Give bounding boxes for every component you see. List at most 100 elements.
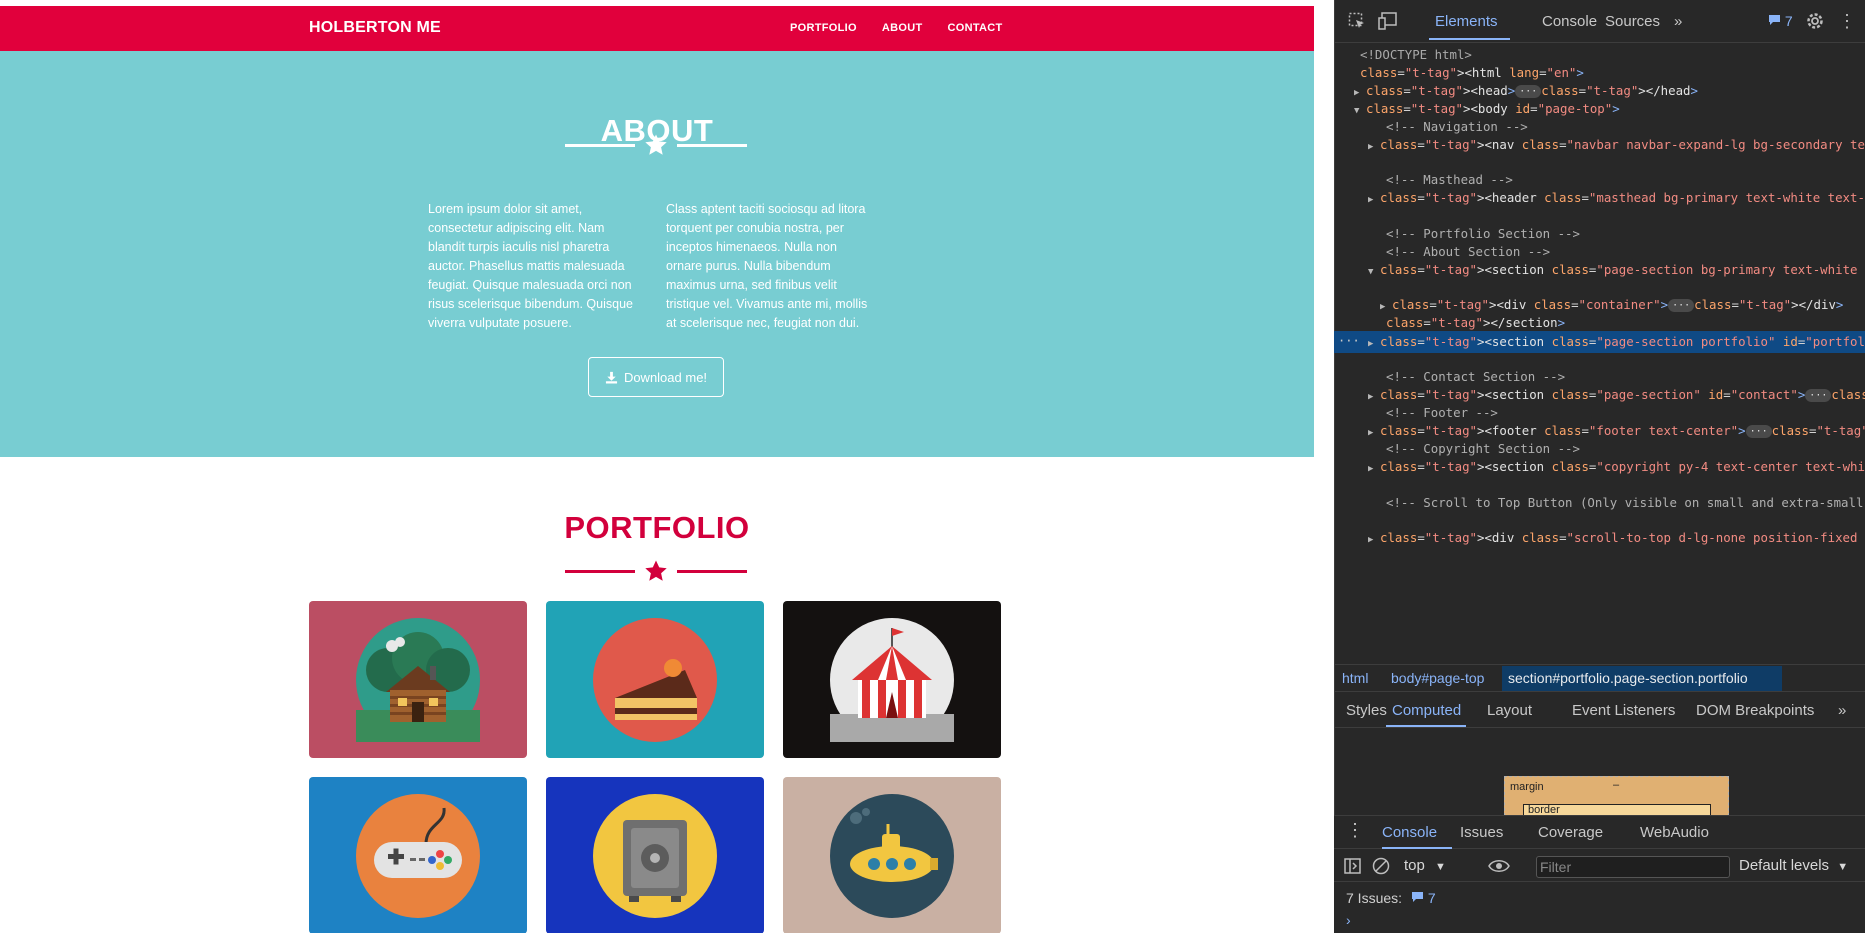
game-controller-icon xyxy=(356,794,480,918)
tab-event-listeners[interactable]: Event Listeners xyxy=(1572,702,1675,719)
expand-triangle-icon: ▶ xyxy=(1368,339,1374,349)
expand-triangle-icon: ▶ xyxy=(1368,464,1374,474)
website-viewport: HOLBERTON ME PORTFOLIO ABOUT CONTACT ABO… xyxy=(0,0,1314,933)
divider-line xyxy=(677,570,747,573)
dom-node[interactable]: ▶ class="t-tag"><header class="masthead b… xyxy=(1334,187,1865,209)
tab-computed[interactable]: Computed xyxy=(1392,702,1461,719)
devtools-panel: Elements Console Sources » 7 ⋮ <!DOCTYPE… xyxy=(1334,0,1865,933)
console-filter-input[interactable]: Filter xyxy=(1536,856,1730,878)
portfolio-item[interactable] xyxy=(783,777,1001,933)
log-levels-value: Default levels xyxy=(1739,857,1830,874)
divider-line xyxy=(677,144,747,147)
drawer-tab-issues[interactable]: Issues xyxy=(1460,824,1503,841)
portfolio-item[interactable] xyxy=(309,601,527,758)
nav-link-about[interactable]: ABOUT xyxy=(882,22,923,34)
download-button[interactable]: Download me! xyxy=(588,357,724,397)
breadcrumb-html[interactable]: html xyxy=(1342,670,1368,686)
dom-comment-node[interactable]: <!-- Scroll to Top Button (Only visible … xyxy=(1334,492,1865,514)
dom-node[interactable]: ▶ class="t-tag"><nav class="navbar navbar… xyxy=(1334,134,1865,156)
submarine-icon xyxy=(830,794,954,918)
portfolio-title: PORTFOLIO xyxy=(564,510,750,545)
issues-badge[interactable]: 7 xyxy=(1768,13,1793,29)
drawer-menu-icon[interactable]: ⋮ xyxy=(1346,820,1364,841)
box-model-margin-value: – xyxy=(1613,779,1620,791)
drawer-active-indicator xyxy=(1382,847,1452,849)
star-icon xyxy=(645,560,667,581)
star-icon xyxy=(645,134,667,155)
portfolio-divider xyxy=(565,559,747,583)
portfolio-item[interactable] xyxy=(309,777,527,933)
portfolio-item[interactable] xyxy=(546,777,764,933)
tab-elements[interactable]: Elements xyxy=(1435,13,1498,30)
drawer-tabs: ⋮ Console Issues Coverage WebAudio xyxy=(1334,816,1865,849)
tab-layout[interactable]: Layout xyxy=(1487,702,1532,719)
devtools-toolbar: Elements Console Sources » 7 ⋮ xyxy=(1334,0,1865,43)
dom-node[interactable]: ▶ class="t-tag"><div class="scroll-to-top… xyxy=(1334,527,1865,549)
more-panes-icon[interactable]: » xyxy=(1838,702,1846,719)
nav-link-contact[interactable]: CONTACT xyxy=(947,22,1002,34)
about-section: ABOUT Lorem ipsum dolor sit amet, consec… xyxy=(0,51,1314,457)
message-icon xyxy=(1769,15,1780,25)
breadcrumb: html body#page-top section#portfolio.pag… xyxy=(1334,664,1865,692)
eye-icon[interactable] xyxy=(1488,858,1510,874)
issues-badge-count: 7 xyxy=(1784,13,1793,29)
download-icon xyxy=(605,371,618,384)
expand-triangle-icon: ▶ xyxy=(1368,195,1374,205)
issues-summary-text: 7 Issues: xyxy=(1346,890,1403,906)
console-toolbar: top ▼ Filter Default levels ▼ xyxy=(1334,850,1865,882)
breadcrumb-body[interactable]: body#page-top xyxy=(1391,670,1484,686)
device-toolbar-icon[interactable] xyxy=(1378,12,1398,30)
drawer-tab-webaudio[interactable]: WebAudio xyxy=(1640,824,1709,841)
more-tabs-icon[interactable]: » xyxy=(1674,13,1682,30)
dom-node[interactable]: ▶ class="t-tag"><section class="copyright… xyxy=(1334,456,1865,478)
box-model-diagram: margin – border xyxy=(1504,776,1729,824)
circus-tent-icon xyxy=(830,618,954,742)
expand-triangle-icon: ▶ xyxy=(1368,535,1374,545)
about-text-right: Class aptent taciti sociosqu ad litora t… xyxy=(666,202,868,330)
divider-line xyxy=(565,570,635,573)
portfolio-item[interactable] xyxy=(783,601,1001,758)
dom-node[interactable]: ▼ class="t-tag"><section class="page-sect… xyxy=(1334,259,1865,281)
dom-node-selected[interactable]: ▶ class="t-tag"><section class="page-sect… xyxy=(1334,331,1865,353)
sidebar-pane-tabs: Styles Computed Layout Event Listeners D… xyxy=(1334,692,1865,728)
console-drawer: ⋮ Console Issues Coverage WebAudio top ▼ xyxy=(1334,815,1865,933)
drawer-tab-console[interactable]: Console xyxy=(1382,824,1437,841)
sidebar-toggle-icon[interactable] xyxy=(1344,858,1361,874)
cake-icon xyxy=(593,618,717,742)
nav-links: PORTFOLIO ABOUT CONTACT xyxy=(790,22,1003,34)
message-icon xyxy=(1411,892,1423,902)
log-levels-select[interactable]: Default levels ▼ xyxy=(1739,857,1848,874)
tab-sources[interactable]: Sources xyxy=(1605,13,1660,30)
context-select[interactable]: top ▼ xyxy=(1404,857,1446,874)
cabin-icon xyxy=(356,618,480,742)
active-tab-indicator xyxy=(1429,38,1510,40)
breadcrumb-section[interactable]: section#portfolio.page-section.portfolio xyxy=(1508,670,1748,686)
expand-triangle-icon: ▶ xyxy=(1368,142,1374,152)
gear-icon[interactable] xyxy=(1806,12,1824,30)
about-text-left: Lorem ipsum dolor sit amet, consectetur … xyxy=(428,202,633,330)
portfolio-grid xyxy=(309,601,1003,933)
nav-link-portfolio[interactable]: PORTFOLIO xyxy=(790,22,857,34)
tab-dom-breakpoints[interactable]: DOM Breakpoints xyxy=(1696,702,1814,719)
active-pane-indicator xyxy=(1386,725,1466,727)
portfolio-item[interactable] xyxy=(546,601,764,758)
download-button-label: Download me! xyxy=(623,369,708,385)
dropdown-caret-icon: ▼ xyxy=(1837,861,1849,873)
node-actions-icon[interactable]: ··· xyxy=(1338,331,1360,353)
more-options-icon[interactable]: ⋮ xyxy=(1838,11,1856,32)
navbar: HOLBERTON ME PORTFOLIO ABOUT CONTACT xyxy=(0,6,1314,51)
context-select-value: top xyxy=(1404,857,1425,874)
box-model-margin-label: margin xyxy=(1510,781,1544,793)
drawer-tab-coverage[interactable]: Coverage xyxy=(1538,824,1603,841)
safe-icon xyxy=(593,794,717,918)
clear-console-icon[interactable] xyxy=(1372,857,1390,875)
tab-styles[interactable]: Styles xyxy=(1346,702,1387,719)
inspect-element-icon[interactable] xyxy=(1348,12,1366,30)
brand-link[interactable]: HOLBERTON ME xyxy=(309,19,441,37)
divider-line xyxy=(565,144,635,147)
collapse-triangle-icon: ▼ xyxy=(1368,267,1374,277)
about-divider xyxy=(565,133,747,157)
issues-summary-link[interactable]: 7 xyxy=(1411,890,1436,906)
tab-console[interactable]: Console xyxy=(1542,13,1597,30)
console-prompt-icon[interactable]: › xyxy=(1346,912,1351,928)
